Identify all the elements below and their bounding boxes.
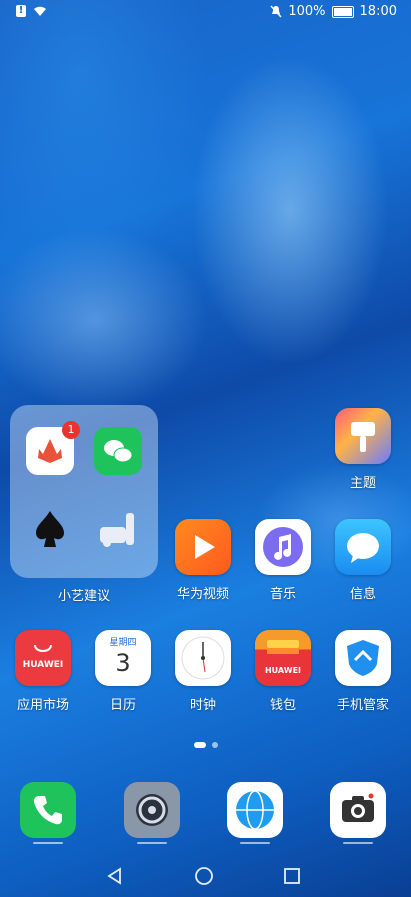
app-label: 华为视频 — [176, 587, 229, 602]
alert-icon: ! — [16, 5, 26, 17]
app-theme[interactable]: 主题 — [323, 408, 403, 491]
wifi-icon — [34, 6, 46, 16]
notification-badge: 1 — [62, 421, 80, 439]
dock-indicator — [33, 842, 63, 844]
spade-game-app-icon[interactable] — [26, 505, 74, 553]
app-huawei-video[interactable]: 华为视频 — [163, 519, 243, 602]
back-icon[interactable] — [105, 866, 125, 886]
app-messages[interactable]: 信息 — [323, 519, 403, 602]
page-indicator[interactable] — [0, 742, 411, 748]
app-label: 应用市场 — [16, 698, 69, 713]
mute-icon — [270, 5, 282, 18]
music-icon — [255, 519, 311, 575]
battery-percent: 100% — [288, 4, 326, 19]
calendar-weekday: 星期四 — [109, 638, 137, 648]
page-dot-active — [193, 742, 206, 748]
video-icon — [175, 519, 231, 575]
browser-icon[interactable] — [227, 782, 283, 838]
page-dot — [211, 742, 218, 748]
app-phone-manager[interactable]: 手机管家 — [323, 630, 403, 713]
dock-indicator — [240, 842, 270, 844]
app-label: 日历 — [109, 698, 136, 713]
theme-icon — [335, 408, 391, 464]
clock-time: 18:00 — [359, 4, 397, 19]
app-calendar[interactable]: 星期四 3 日历 — [83, 630, 163, 713]
dock — [0, 780, 411, 844]
app-clock[interactable]: 时钟 — [163, 630, 243, 713]
app-label: 音乐 — [269, 587, 296, 602]
app-label: 信息 — [349, 587, 376, 602]
app-music[interactable]: 音乐 — [243, 519, 323, 602]
app-label: 时钟 — [189, 698, 216, 713]
huawei-wordmark: HUAWEI — [264, 666, 302, 675]
home-icon[interactable] — [194, 866, 214, 886]
camera-icon[interactable] — [330, 782, 386, 838]
navigation-bar — [0, 862, 411, 892]
appgallery-icon: HUAWEI — [15, 630, 71, 686]
app-label: 钱包 — [269, 698, 296, 713]
wallet-icon: HUAWEI — [255, 630, 311, 686]
calendar-icon: 星期四 3 — [95, 630, 151, 686]
app-folder-xiaoyi[interactable]: 1 — [10, 405, 158, 578]
huawei-store-app-icon[interactable]: 1 — [26, 421, 80, 475]
app-label: 主题 — [349, 476, 376, 491]
huawei-wordmark: HUAWEI — [22, 660, 64, 670]
clock-icon — [175, 630, 231, 686]
status-bar: ! 100% 18:00 — [0, 0, 411, 24]
wechat-app-icon[interactable] — [94, 427, 142, 475]
app-wallet[interactable]: HUAWEI 钱包 — [243, 630, 323, 713]
shield-icon — [335, 630, 391, 686]
car-tools-app-icon[interactable] — [94, 505, 142, 553]
dock-indicator — [137, 842, 167, 844]
battery-icon — [331, 5, 354, 18]
folder-label: 小艺建议 — [57, 589, 110, 604]
dock-indicator — [343, 842, 373, 844]
calendar-day: 3 — [115, 649, 131, 677]
phone-icon[interactable] — [20, 782, 76, 838]
app-label: 手机管家 — [336, 698, 389, 713]
messages-icon — [335, 519, 391, 575]
app-appgallery[interactable]: HUAWEI 应用市场 — [3, 630, 83, 713]
recents-icon[interactable] — [282, 866, 302, 886]
settings-icon[interactable] — [124, 782, 180, 838]
